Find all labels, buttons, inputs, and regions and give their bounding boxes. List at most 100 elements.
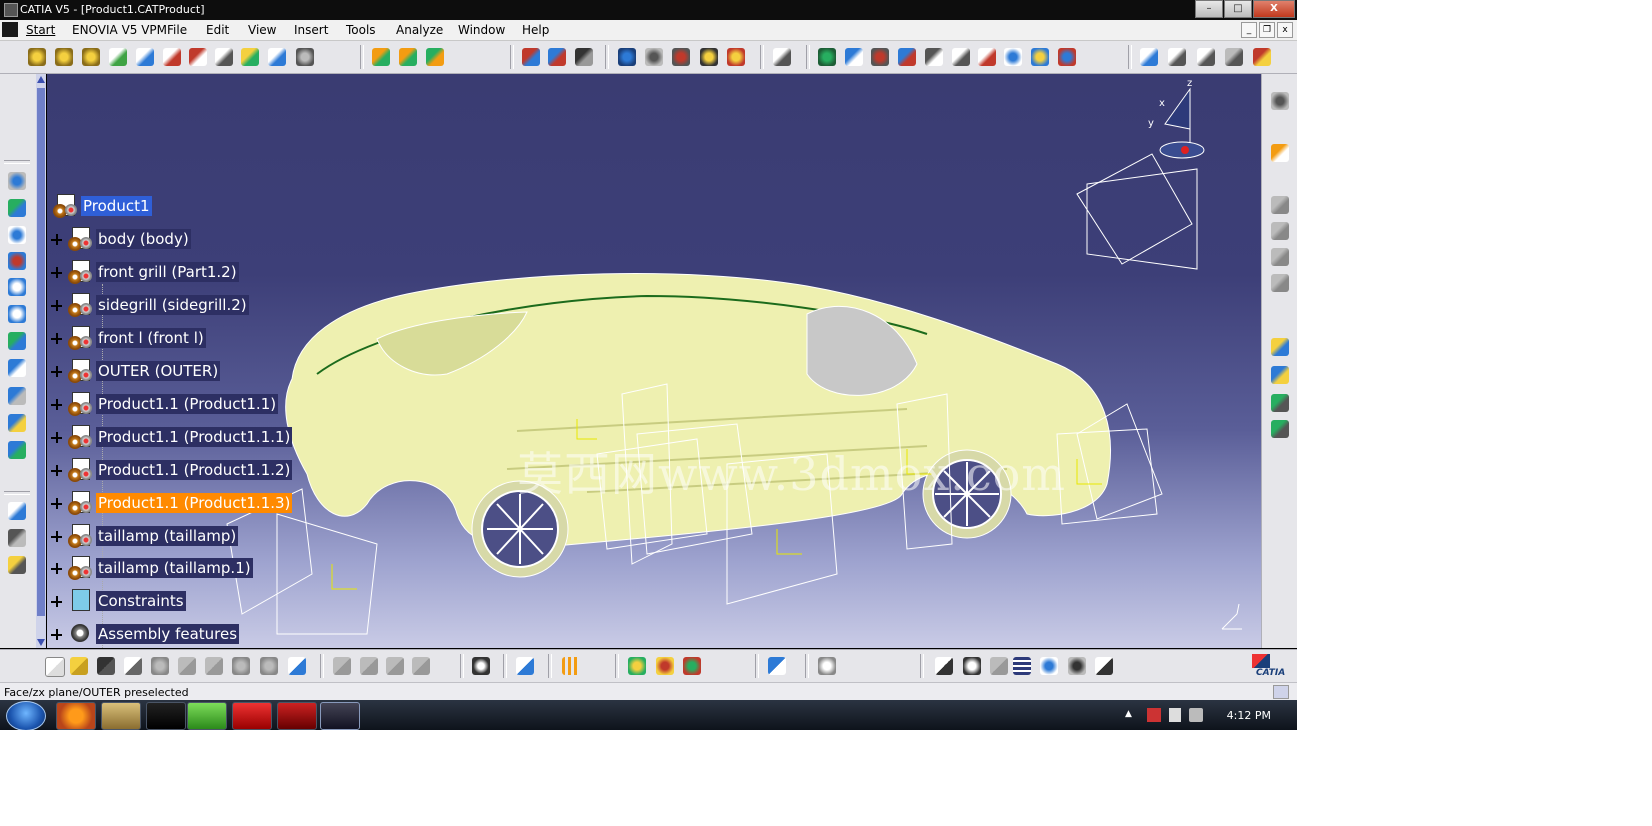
3d-annotation-icon[interactable] [1225, 48, 1243, 66]
menu-enovia[interactable]: ENOVIA V5 VPM [72, 23, 167, 37]
catalog-browser-icon[interactable] [1271, 338, 1289, 356]
menu-window[interactable]: Window [458, 23, 505, 37]
design-table-icon[interactable] [1013, 657, 1031, 675]
coincidence-constraint-icon[interactable] [522, 48, 540, 66]
tree-root[interactable]: Product1 [53, 194, 152, 218]
fit-all-icon[interactable] [8, 199, 26, 217]
select-cursor-icon[interactable] [1271, 144, 1289, 162]
status-power-input-icon[interactable] [1273, 685, 1289, 699]
expand-icon[interactable] [51, 628, 62, 640]
product-gear-icon[interactable] [28, 48, 46, 66]
tree-item-label[interactable]: Product1.1 (Product1.1.1) [96, 427, 293, 447]
sectioning-icon[interactable] [645, 48, 663, 66]
expand-icon[interactable] [51, 332, 62, 344]
expand-icon[interactable] [51, 464, 62, 476]
flag-note-icon[interactable] [1197, 48, 1215, 66]
hierarchy-icon[interactable] [1040, 657, 1058, 675]
snap-icon[interactable] [845, 48, 863, 66]
minimize-button[interactable]: – [1195, 0, 1223, 18]
close-button[interactable]: X [1253, 0, 1295, 18]
new-component-disabled-icon[interactable] [1271, 196, 1289, 214]
tree-item-front-l[interactable]: front l (front l) [51, 326, 206, 350]
shading-icon[interactable] [8, 387, 26, 405]
scene-icon[interactable] [1058, 48, 1076, 66]
measure-icon[interactable] [952, 48, 970, 66]
multi-instantiation-icon[interactable] [296, 48, 314, 66]
menu-help[interactable]: Help [522, 23, 549, 37]
paste-icon[interactable] [205, 657, 223, 675]
hide-show-icon[interactable] [8, 414, 26, 432]
grid-icon[interactable] [562, 657, 580, 675]
graph-tree-reorder-icon[interactable] [189, 48, 207, 66]
lock-icon[interactable] [1068, 657, 1086, 675]
catia-taskbar-icon[interactable] [320, 702, 360, 730]
clash-analysis-icon[interactable] [618, 48, 636, 66]
print-icon[interactable] [124, 657, 142, 675]
firefox-taskbar-icon[interactable] [56, 702, 96, 730]
new-product-icon[interactable] [109, 48, 127, 66]
expand-icon[interactable] [51, 530, 62, 542]
paste-format-disabled-icon[interactable] [412, 657, 430, 675]
copy-icon[interactable] [178, 657, 196, 675]
compass-widget[interactable]: z x y [1148, 78, 1205, 159]
tree-item-label[interactable]: sidegrill (sidegrill.2) [96, 295, 249, 315]
tree-item-constraints[interactable]: Constraints [51, 589, 186, 613]
law-disabled-icon[interactable] [990, 657, 1008, 675]
swap-visible-space-icon[interactable] [8, 441, 26, 459]
tree-item-outer[interactable]: OUTER (OUTER) [51, 359, 221, 383]
3d-viewport[interactable]: z x y Product1 body (body) front grill (… [47, 74, 1261, 648]
tree-item-product1-1-2[interactable]: Product1.1 (Product1.1.2) [51, 458, 293, 482]
scroll-down-icon[interactable] [37, 639, 45, 646]
clock[interactable]: 4:12 PM [1227, 709, 1271, 722]
measure-between-icon[interactable] [8, 502, 26, 520]
tree-item-label[interactable]: front grill (Part1.2) [96, 262, 239, 282]
network-icon[interactable] [1147, 708, 1161, 722]
tree-item-product1-1-1[interactable]: Product1.1 (Product1.1.1) [51, 425, 293, 449]
menu-insert[interactable]: Insert [294, 23, 328, 37]
existing-component-disabled-icon[interactable] [1271, 274, 1289, 292]
autocad-taskbar-icon[interactable] [146, 702, 186, 730]
reset-position-icon[interactable] [898, 48, 916, 66]
tree-item-taillamp[interactable]: taillamp (taillamp) [51, 524, 239, 548]
menu-analyze[interactable]: Analyze [396, 23, 443, 37]
rotate-icon[interactable] [8, 252, 26, 270]
knowledge-advisor-icon[interactable] [628, 657, 646, 675]
zoom-in-icon[interactable] [8, 278, 26, 296]
tree-root-label[interactable]: Product1 [81, 196, 152, 216]
smart-move-icon[interactable] [871, 48, 889, 66]
generate-numbering-icon[interactable] [215, 48, 233, 66]
tree-item-taillamp-1[interactable]: taillamp (taillamp.1) [51, 556, 253, 580]
scroll-thumb[interactable] [37, 88, 45, 616]
whats-this-icon[interactable] [288, 657, 306, 675]
cut-icon[interactable] [151, 657, 169, 675]
expand-icon[interactable] [51, 398, 62, 410]
tree-item-label[interactable]: OUTER (OUTER) [96, 361, 221, 381]
tree-item-label[interactable]: Product1.1 (Product1.1.2) [96, 460, 293, 480]
distance-analysis-icon[interactable] [672, 48, 690, 66]
tree-item-label[interactable]: Constraints [96, 591, 186, 611]
fix-component-icon[interactable] [925, 48, 943, 66]
tree-item-body[interactable]: body (body) [51, 227, 191, 251]
tree-item-label[interactable]: Assembly features [96, 624, 240, 644]
visualization-mode-icon[interactable] [399, 48, 417, 66]
catalog-icon[interactable] [1004, 48, 1022, 66]
app-green-taskbar-icon[interactable] [187, 702, 227, 730]
catalog-search-icon[interactable] [818, 657, 836, 675]
selective-load-icon[interactable] [241, 48, 259, 66]
expand-icon[interactable] [51, 595, 62, 607]
split-disabled-icon[interactable] [333, 657, 351, 675]
tree-item-front-grill[interactable]: front grill (Part1.2) [51, 260, 239, 284]
pan-icon[interactable] [8, 226, 26, 244]
tree-item-assembly-features[interactable]: Assembly features [51, 622, 240, 646]
capture-icon[interactable] [516, 657, 534, 675]
explode-icon[interactable] [700, 48, 718, 66]
explorer-taskbar-icon[interactable] [101, 702, 141, 730]
expand-icon[interactable] [51, 233, 62, 245]
expand-icon[interactable] [51, 365, 62, 377]
redo-icon[interactable] [260, 657, 278, 675]
undo-icon[interactable] [232, 657, 250, 675]
manage-representations-icon[interactable] [268, 48, 286, 66]
catia-logo-icon[interactable] [2, 22, 18, 37]
contact-constraint-icon[interactable] [548, 48, 566, 66]
text-abc-icon[interactable] [1168, 48, 1186, 66]
